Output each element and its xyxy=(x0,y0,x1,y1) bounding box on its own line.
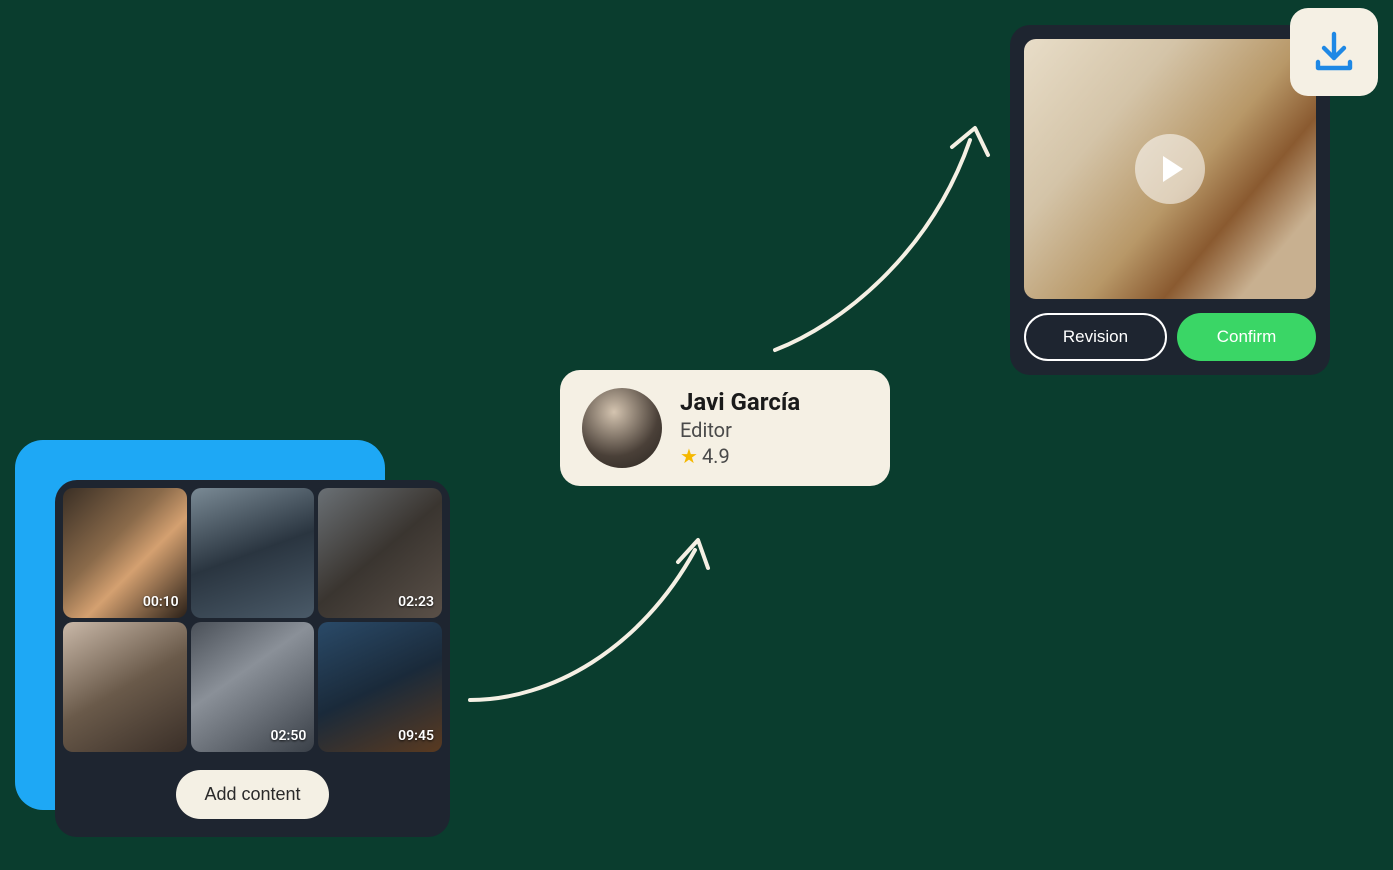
preview-video[interactable] xyxy=(1024,39,1316,299)
editor-role: Editor xyxy=(680,418,800,442)
rating-value: 4.9 xyxy=(702,444,730,468)
editor-card[interactable]: Javi García Editor ★ 4.9 xyxy=(560,370,890,486)
video-thumbnail[interactable]: 00:10 xyxy=(63,488,187,618)
video-thumbnail[interactable] xyxy=(191,488,315,618)
editor-name: Javi García xyxy=(680,388,800,416)
preview-actions: Revision Confirm xyxy=(1024,313,1316,361)
flow-arrow-icon xyxy=(760,85,1010,365)
confirm-button[interactable]: Confirm xyxy=(1177,313,1316,361)
preview-card: Revision Confirm xyxy=(1010,25,1330,375)
content-grid-card: 00:10 02:23 02:50 09:45 Add content xyxy=(55,480,450,837)
revision-button[interactable]: Revision xyxy=(1024,313,1167,361)
thumbnail-timestamp: 00:10 xyxy=(143,594,179,610)
play-icon xyxy=(1163,156,1183,182)
video-thumbnail[interactable] xyxy=(63,622,187,752)
thumbnail-timestamp: 02:23 xyxy=(398,594,434,610)
flow-arrow-icon xyxy=(460,490,740,720)
thumbnail-timestamp: 09:45 xyxy=(398,728,434,744)
video-thumbnail[interactable]: 02:50 xyxy=(191,622,315,752)
star-icon: ★ xyxy=(680,444,698,468)
thumbnails-grid: 00:10 02:23 02:50 09:45 xyxy=(63,488,442,752)
editor-info: Javi García Editor ★ 4.9 xyxy=(680,388,800,468)
editor-rating: ★ 4.9 xyxy=(680,444,800,468)
add-content-button[interactable]: Add content xyxy=(176,770,328,819)
download-icon xyxy=(1310,28,1358,76)
play-button[interactable] xyxy=(1135,134,1205,204)
video-thumbnail[interactable]: 02:23 xyxy=(318,488,442,618)
avatar xyxy=(582,388,662,468)
thumbnail-timestamp: 02:50 xyxy=(271,728,307,744)
video-thumbnail[interactable]: 09:45 xyxy=(318,622,442,752)
download-button[interactable] xyxy=(1290,8,1378,96)
